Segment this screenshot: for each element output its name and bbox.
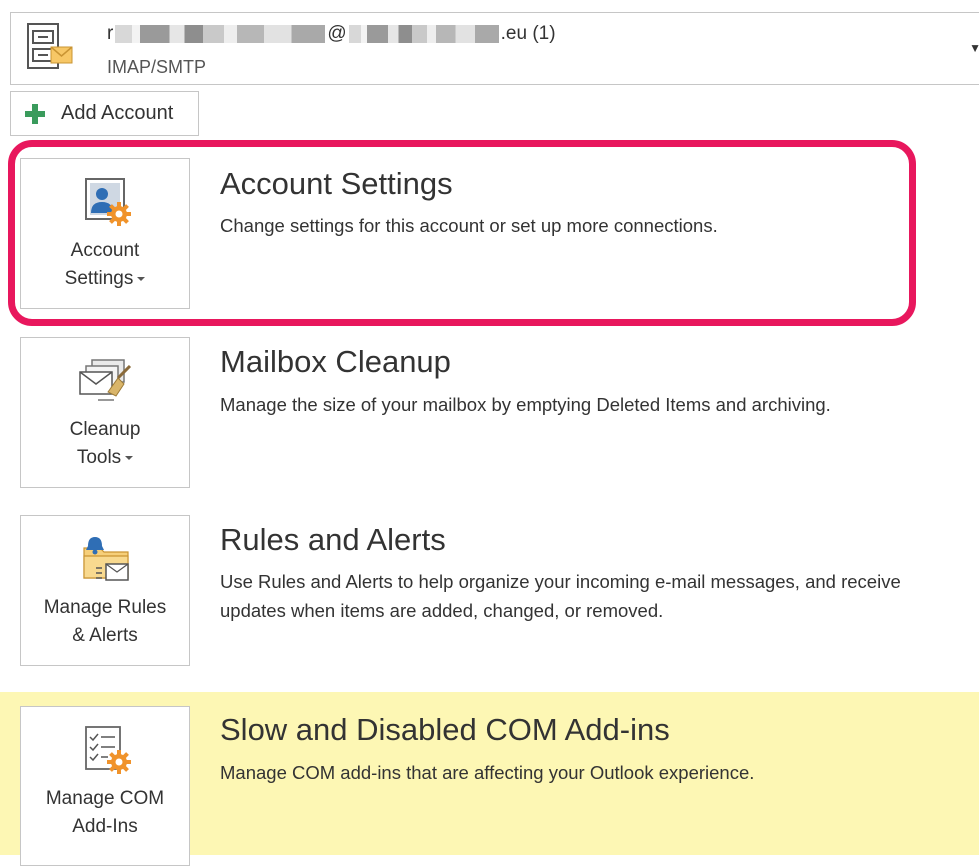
highlight-frame — [8, 140, 916, 326]
cleanup-tools-button[interactable]: Cleanup Tools — [20, 337, 190, 488]
section-description: Use Rules and Alerts to help organize yo… — [220, 571, 901, 621]
section-description: Manage the size of your mailbox by empty… — [220, 394, 831, 415]
cleanup-tools-button-label: Cleanup Tools — [69, 419, 141, 468]
add-account-label: Add Account — [61, 102, 174, 124]
manage-com-addins-button-label: Manage COM Add-Ins — [45, 788, 165, 837]
section-title: Slow and Disabled COM Add-ins — [220, 712, 670, 747]
account-email: r @ .eu (1) — [107, 23, 556, 44]
manage-rules-alerts-button[interactable]: Manage Rules & Alerts — [20, 515, 190, 666]
account-selector[interactable]: r @ .eu (1) IMAP/SMTP ▼ — [10, 12, 979, 85]
account-mailbox-icon — [27, 23, 73, 69]
account-type: IMAP/SMTP — [107, 57, 207, 77]
section-description: Manage COM add-ins that are affecting yo… — [220, 762, 755, 783]
section-title: Mailbox Cleanup — [220, 344, 451, 379]
section-rules-alerts: Manage Rules & Alerts Rules and Alerts U… — [0, 500, 979, 680]
com-addins-icon — [85, 726, 131, 774]
section-title: Rules and Alerts — [220, 522, 446, 557]
cleanup-tools-icon — [79, 359, 132, 401]
caret-down-icon — [125, 455, 134, 460]
chevron-down-icon[interactable]: ▼ — [969, 41, 979, 55]
redacted-text — [348, 24, 499, 43]
redacted-text — [115, 24, 326, 43]
manage-com-addins-button[interactable]: Manage COM Add-Ins — [20, 706, 190, 866]
section-mailbox-cleanup: Cleanup Tools Mailbox Cleanup Manage the… — [0, 320, 979, 500]
plus-icon — [25, 103, 45, 124]
manage-rules-alerts-button-label: Manage Rules & Alerts — [43, 597, 167, 646]
section-com-addins: Manage COM Add-Ins Slow and Disabled COM… — [0, 692, 979, 866]
rules-alerts-icon — [83, 537, 129, 581]
add-account-button[interactable]: Add Account — [10, 91, 199, 136]
